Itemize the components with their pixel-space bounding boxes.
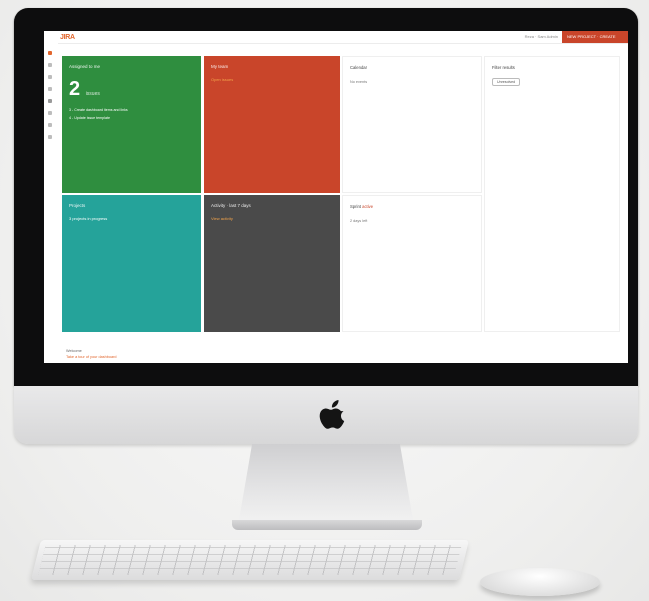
issue-count: 2 issues bbox=[69, 79, 194, 104]
help-icon[interactable] bbox=[48, 123, 52, 127]
top-bar: JIRA Reza · Sam Admin NEW PROJECT · CREA… bbox=[44, 31, 628, 44]
tile-subtitle[interactable]: 3 projects in progress bbox=[69, 216, 194, 221]
panel-title-highlight[interactable]: active bbox=[362, 204, 373, 209]
panel-title: Calendar bbox=[350, 65, 367, 70]
tile-activity[interactable]: Activity · last 7 days View activity bbox=[204, 195, 340, 332]
tile-title: Activity · last 7 days bbox=[211, 203, 251, 208]
tile-team[interactable]: My team Open issues bbox=[204, 56, 340, 193]
issue-count-value: 2 bbox=[69, 78, 81, 100]
filter-pill[interactable]: Unresolved bbox=[492, 78, 521, 86]
imac-screen: JIRA Reza · Sam Admin NEW PROJECT · CREA… bbox=[44, 31, 628, 363]
tile-title: My team bbox=[211, 64, 229, 69]
tile-subtitle[interactable]: Open issues bbox=[211, 77, 333, 82]
footer-text: Welcome bbox=[66, 349, 82, 353]
panel-title-prefix: Sprint bbox=[350, 204, 361, 209]
tour-link[interactable]: Take a tour of your dashboard bbox=[66, 355, 116, 359]
mouse bbox=[480, 568, 600, 596]
photo-stage: JIRA Reza · Sam Admin NEW PROJECT · CREA… bbox=[0, 0, 649, 601]
chart-icon[interactable] bbox=[48, 99, 52, 103]
home-icon[interactable] bbox=[48, 51, 52, 55]
board-icon[interactable] bbox=[48, 87, 52, 91]
app-logo[interactable]: JIRA bbox=[60, 34, 75, 41]
create-button[interactable]: NEW PROJECT · CREATE bbox=[562, 31, 628, 43]
tile-title: Assigned to me bbox=[69, 64, 101, 69]
keyboard-keys bbox=[38, 545, 462, 575]
settings-icon[interactable] bbox=[48, 111, 52, 115]
keyboard bbox=[31, 540, 469, 580]
panel-title: Filter results bbox=[492, 65, 515, 70]
issue-link[interactable]: 4 - Update issue template bbox=[69, 116, 194, 120]
imac-stand bbox=[238, 444, 414, 526]
filter-panel: Filter results Unresolved bbox=[484, 56, 620, 332]
panel-title: Sprint active bbox=[350, 204, 474, 209]
imac-stand-base bbox=[232, 520, 422, 530]
apple-logo bbox=[319, 400, 345, 429]
user-menu[interactable]: Reza · Sam Admin bbox=[525, 34, 558, 39]
sprint-panel: Sprint active 2 days left bbox=[342, 195, 482, 332]
tile-projects[interactable]: Projects 3 projects in progress bbox=[62, 195, 201, 332]
tile-subtitle[interactable]: View activity bbox=[211, 216, 333, 221]
search-icon[interactable] bbox=[48, 63, 52, 67]
calendar-panel: Calendar No events bbox=[342, 56, 482, 193]
tile-assigned[interactable]: Assigned to me 2 issues 3 - Create dashb… bbox=[62, 56, 201, 193]
sidebar bbox=[44, 43, 58, 363]
tile-title: Projects bbox=[69, 203, 86, 208]
panel-text: No events bbox=[350, 80, 368, 84]
user-icon[interactable] bbox=[48, 135, 52, 139]
panel-text: 2 days left bbox=[350, 219, 368, 223]
issue-count-unit: issues bbox=[85, 91, 100, 97]
footer: Welcome Take a tour of your dashboard bbox=[66, 349, 116, 359]
plus-icon[interactable] bbox=[48, 75, 52, 79]
issue-link[interactable]: 3 - Create dashboard items and links bbox=[69, 108, 194, 112]
